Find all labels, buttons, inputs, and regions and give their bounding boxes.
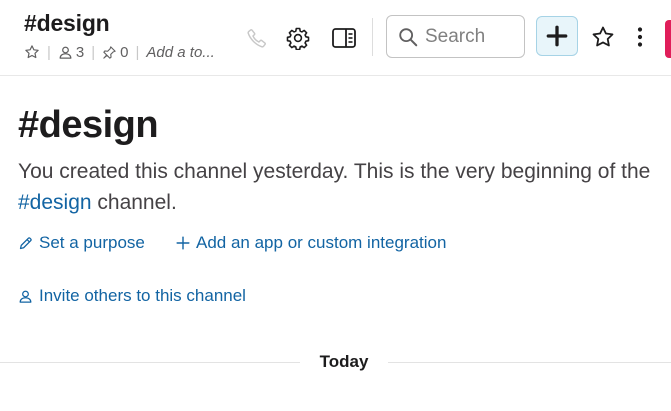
plus-icon [546, 25, 568, 47]
person-icon [19, 290, 32, 303]
pinned-count-value: 0 [120, 43, 129, 61]
header-divider [372, 18, 373, 56]
search-icon [399, 27, 418, 46]
channel-settings-button[interactable] [284, 24, 312, 52]
details-panel-icon [332, 28, 356, 48]
add-app-label: Add an app or custom integration [196, 233, 447, 252]
channel-intro-title: #design [18, 104, 159, 146]
channel-details-button[interactable] [330, 24, 358, 52]
pinned-count[interactable]: 0 [102, 43, 129, 61]
channel-intro-text: You created this channel yesterday. This… [18, 156, 658, 218]
meta-separator: | [135, 43, 140, 61]
search-input[interactable] [425, 25, 521, 48]
invite-others-label: Invite others to this channel [39, 286, 246, 305]
more-vertical-icon [637, 27, 643, 47]
add-app-link[interactable]: Add an app or custom integration [176, 233, 446, 253]
member-count[interactable]: 3 [58, 44, 84, 61]
gear-icon [286, 27, 310, 50]
channel-name[interactable]: #design [24, 10, 110, 37]
channel-header: #design | 3 | 0 | Add a to... [0, 0, 671, 76]
star-channel-toggle[interactable] [24, 44, 40, 60]
star-icon [592, 26, 614, 47]
day-divider-label[interactable]: Today [300, 350, 388, 374]
channel-meta: | 3 | 0 | Add a to... [24, 42, 215, 62]
invite-others-link[interactable]: Invite others to this channel [18, 286, 246, 306]
phone-icon [247, 29, 266, 48]
member-count-value: 3 [75, 43, 85, 61]
new-message-button[interactable] [536, 16, 578, 56]
intro-text-after: channel. [91, 191, 177, 214]
search-box[interactable] [386, 15, 525, 58]
intro-text-before: You created this channel yesterday. This… [18, 160, 651, 183]
meta-separator: | [91, 43, 96, 61]
more-options-button[interactable] [628, 23, 652, 51]
channel-link[interactable]: #design [18, 191, 92, 214]
meta-separator: | [47, 43, 51, 61]
plus-small-icon [176, 236, 190, 250]
star-outline-icon [25, 45, 39, 59]
set-purpose-link[interactable]: Set a purpose [18, 233, 145, 253]
starred-items-button[interactable] [589, 23, 617, 51]
notification-edge [665, 20, 671, 58]
pencil-icon [19, 236, 32, 249]
set-purpose-label: Set a purpose [39, 233, 145, 252]
pin-icon [103, 45, 116, 59]
call-button[interactable] [244, 25, 270, 51]
add-topic-link[interactable]: Add a to... [146, 44, 214, 61]
person-icon [59, 46, 72, 59]
